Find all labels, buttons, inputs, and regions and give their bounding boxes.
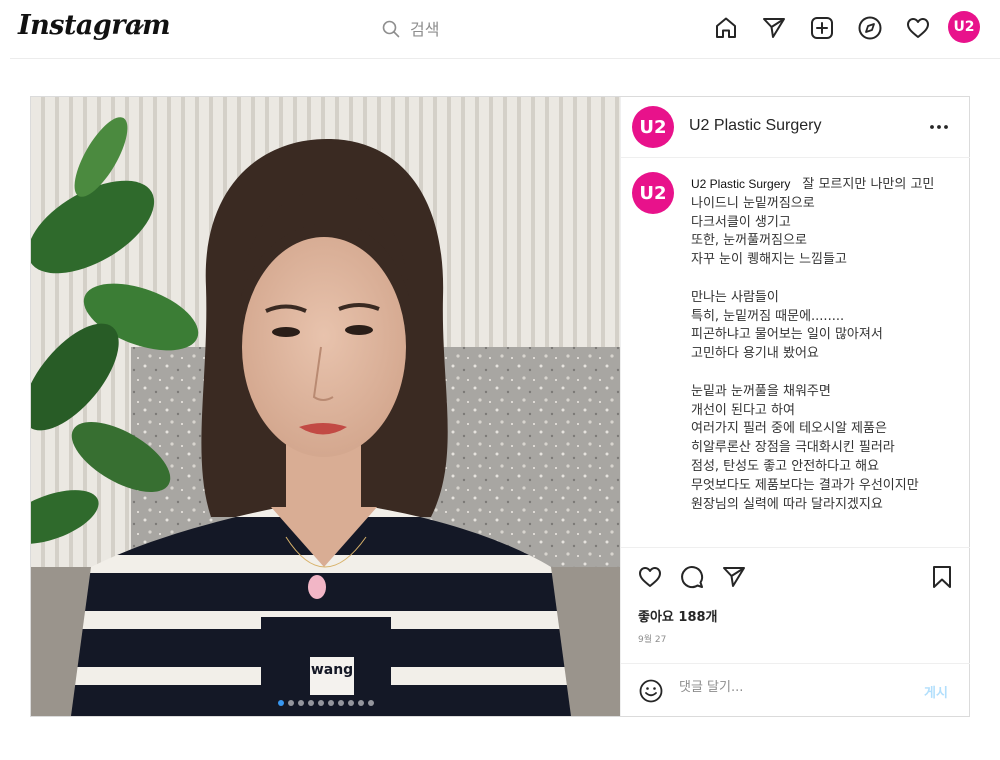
post-image[interactable]: wang (31, 97, 620, 716)
carousel-dot[interactable] (277, 700, 284, 706)
post-header: U2 U2 Plastic Surgery (621, 97, 970, 158)
save-button[interactable] (929, 564, 955, 590)
post-card: wang U2 U2 Plastic Surgery U2 U2 Plastic… (30, 96, 970, 717)
instagram-logo[interactable]: Instagram (18, 10, 171, 41)
search-icon (382, 20, 400, 38)
new-post-button[interactable] (808, 14, 836, 42)
shirt-print-text: wang (311, 662, 353, 678)
home-icon (716, 17, 736, 38)
post-actions: 좋아요 188개 9월 27 (621, 547, 970, 663)
comment-button[interactable] (679, 564, 705, 590)
carousel-dot[interactable] (327, 700, 334, 706)
comment-icon (681, 566, 704, 589)
like-count[interactable]: 좋아요 188개 (638, 606, 718, 625)
carousel-dot[interactable] (357, 700, 364, 706)
profile-avatar[interactable]: U2 (948, 11, 980, 43)
share-button[interactable] (721, 564, 747, 590)
carousel-dot[interactable] (337, 700, 344, 706)
carousel-dot[interactable] (307, 700, 314, 706)
action-buttons (637, 564, 747, 590)
add-comment-bar: 게시 (621, 663, 970, 716)
carousel-indicator (31, 700, 620, 706)
comment-input[interactable] (679, 680, 909, 695)
carousel-dot[interactable] (367, 700, 374, 706)
post-caption: U2 Plastic Surgery 잘 모르지만 나만의 고민 나이드니 눈밑꺼… (691, 175, 941, 514)
comments-section[interactable]: U2 U2 Plastic Surgery 잘 모르지만 나만의 고민 나이드니 … (621, 159, 970, 541)
carousel-dot[interactable] (287, 700, 294, 706)
nav-divider (10, 58, 1000, 59)
post-side-panel: U2 U2 Plastic Surgery U2 U2 Plastic Surg… (620, 97, 970, 716)
carousel-dot[interactable] (297, 700, 304, 706)
search-input[interactable] (410, 19, 610, 39)
emoji-icon[interactable] (638, 678, 664, 704)
account-username[interactable]: U2 Plastic Surgery (689, 117, 822, 135)
post-timestamp[interactable]: 9월 27 (638, 632, 666, 645)
carousel-dot[interactable] (347, 700, 354, 706)
caption-username[interactable]: U2 Plastic Surgery (691, 177, 790, 191)
account-avatar[interactable]: U2 (632, 106, 674, 148)
activity-button[interactable] (904, 14, 932, 42)
send-icon (763, 18, 785, 38)
nav-icons: U2 (712, 11, 980, 43)
carousel-dot[interactable] (317, 700, 324, 706)
search-bar[interactable] (382, 16, 610, 42)
caption-text: 잘 모르지만 나만의 고민 나이드니 눈밑꺼짐으로 다크서클이 생기고 또한, … (691, 177, 935, 512)
heart-icon (907, 18, 929, 38)
share-icon (723, 567, 745, 587)
more-icon (930, 125, 948, 129)
explore-icon (858, 16, 882, 40)
home-button[interactable] (712, 14, 740, 42)
portrait-photo: wang (31, 97, 620, 716)
new-post-icon (811, 17, 833, 39)
like-icon (639, 567, 661, 587)
post-comment-button[interactable]: 게시 (924, 682, 948, 701)
chevron-down-icon[interactable] (132, 20, 146, 34)
save-icon (933, 566, 951, 588)
like-button[interactable] (637, 564, 663, 590)
explore-button[interactable] (856, 14, 884, 42)
caption-avatar[interactable]: U2 (632, 172, 674, 214)
direct-messages-button[interactable] (760, 14, 788, 42)
more-options-button[interactable] (927, 115, 951, 139)
top-navigation: Instagram U2 (0, 0, 1000, 58)
